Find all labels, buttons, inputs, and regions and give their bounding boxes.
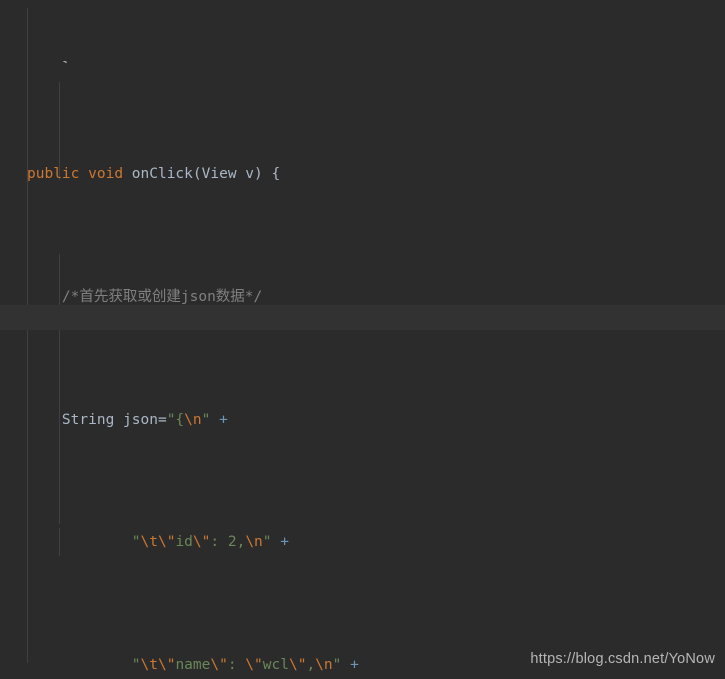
token-escape: \" [157,534,176,551]
code-content[interactable]: } public void onClick(View v) { /*首先获取或创… [0,0,725,679]
token-escape: \" [210,657,228,674]
token-operator: + [219,411,228,428]
token-string: " [332,657,342,674]
token-identifier: v [245,165,255,182]
token-escape: \n [315,657,333,674]
token-keyword: public [27,165,80,182]
token-string: "{ [166,411,185,428]
token-string: wcl [262,657,289,674]
token-string: name [175,657,211,674]
token-escape: \" [245,657,263,674]
code-line[interactable]: } [0,56,725,63]
token-escape: \n [245,534,263,551]
watermark-url: https://blog.csdn.net/YoNow [530,651,715,667]
token-string: 2 [227,534,237,551]
token-type: String [61,411,115,428]
code-editor[interactable]: } public void onClick(View v) { /*首先获取或创… [0,0,725,679]
token-comment: /*首先获取或创建json数据*/ [61,288,263,305]
token-operator: + [280,534,289,551]
token-string: " [262,534,272,551]
token-type: View [201,165,237,182]
token-keyword: void [88,165,124,182]
token-string: " [131,657,141,674]
token-string: id [175,534,193,551]
code-line[interactable]: String json="{\n" + [0,408,725,433]
token-string: " [201,411,211,428]
code-line[interactable]: /*首先获取或创建json数据*/ [0,285,725,310]
token-escape: \" [157,657,176,674]
code-line[interactable]: public void onClick(View v) { [0,162,725,187]
token-operator: + [350,657,359,674]
token-string: " [131,534,141,551]
token-escape: \" [192,534,211,551]
token-identifier: json [123,411,158,428]
token-method: onClick [131,165,193,182]
code-line[interactable]: "\t\"id\": 2,\n" + [0,530,725,555]
token-escape: \t [140,657,158,674]
token-escape: \" [288,657,307,674]
token-escape: \t [140,534,158,551]
token-escape: \n [184,411,202,428]
